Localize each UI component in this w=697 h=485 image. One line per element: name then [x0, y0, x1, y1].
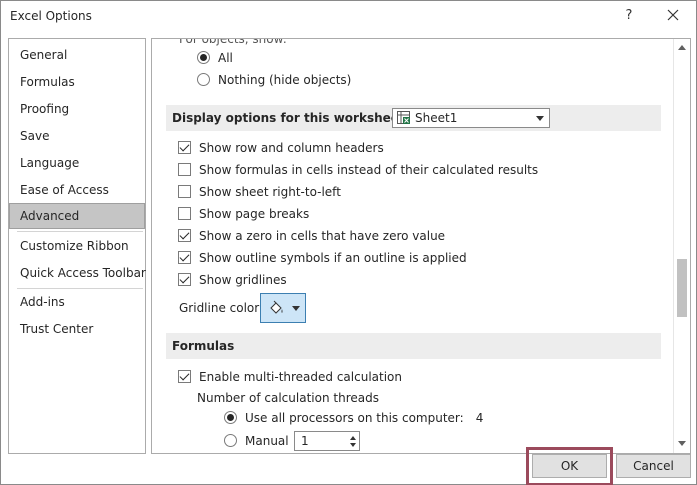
all-processors-option[interactable]: Use all processors on this computer: 4 — [224, 408, 483, 428]
options-scrollbar[interactable] — [673, 39, 690, 453]
nav-item-formulas[interactable]: Formulas — [9, 69, 145, 95]
all-processors-radio[interactable] — [224, 411, 237, 424]
manual-threads-value: 1 — [301, 434, 309, 448]
option-label: Show row and column headers — [199, 141, 384, 155]
options-nav: General Formulas Proofing Save Language … — [8, 38, 146, 454]
nav-item-trust-center[interactable]: Trust Center — [9, 316, 145, 342]
advanced-options-panel: For objects, show: All Nothing (hide obj… — [151, 38, 691, 454]
scrollbar-thumb[interactable] — [677, 259, 687, 317]
manual-threads-stepper[interactable]: 1 — [294, 431, 360, 451]
manual-radio[interactable] — [224, 434, 237, 447]
objects-all-label: All — [218, 51, 233, 65]
objects-all-option[interactable]: All — [197, 48, 233, 68]
checkbox-show-zero[interactable] — [178, 229, 191, 242]
option-row-multithread[interactable]: Enable multi-threaded calculation — [178, 367, 402, 387]
dialog-title: Excel Options — [10, 9, 92, 23]
close-icon — [667, 9, 679, 21]
chevron-down-icon — [292, 306, 300, 311]
checkbox-show-formulas[interactable] — [178, 163, 191, 176]
spin-up-icon[interactable] — [350, 436, 356, 440]
worksheet-section-title: Display options for this worksheet: — [172, 111, 410, 125]
option-row-formulas[interactable]: Show formulas in cells instead of their … — [178, 160, 538, 180]
paint-bucket-icon — [270, 300, 283, 314]
title-bar: Excel Options ? — [1, 1, 696, 33]
checkbox-multithreaded[interactable] — [178, 370, 191, 383]
ok-button[interactable]: OK — [532, 454, 607, 478]
option-row-zero[interactable]: Show a zero in cells that have zero valu… — [178, 226, 445, 246]
excel-options-dialog: Excel Options ? General Formulas Proofin… — [0, 0, 697, 485]
help-button[interactable]: ? — [619, 6, 639, 26]
nav-item-general[interactable]: General — [9, 42, 145, 68]
checkbox-right-to-left[interactable] — [178, 185, 191, 198]
nav-item-save[interactable]: Save — [9, 123, 145, 149]
option-label: Show a zero in cells that have zero valu… — [199, 229, 446, 243]
threads-label: Number of calculation threads — [197, 391, 379, 405]
checkbox-outline-symbols[interactable] — [178, 251, 191, 264]
processor-count: 4 — [475, 411, 484, 425]
objects-nothing-option[interactable]: Nothing (hide objects) — [197, 70, 351, 90]
manual-label: Manual — [245, 434, 289, 448]
worksheet-select-value: Sheet1 — [415, 111, 458, 125]
all-processors-label: Use all processors on this computer: — [245, 411, 464, 425]
option-row-rtl[interactable]: Show sheet right-to-left — [178, 182, 341, 202]
objects-nothing-radio[interactable] — [197, 73, 210, 86]
scroll-down-icon[interactable] — [678, 441, 686, 446]
close-button[interactable] — [663, 6, 683, 26]
option-row-headers[interactable]: Show row and column headers — [178, 138, 384, 158]
option-row-gridlines[interactable]: Show gridlines — [178, 270, 287, 290]
sheet-icon — [397, 111, 410, 124]
formulas-section-header: Formulas — [166, 333, 661, 359]
objects-show-label: For objects, show: — [179, 38, 287, 46]
worksheet-section-header: Display options for this worksheet: Shee… — [166, 105, 661, 131]
spin-down-icon[interactable] — [350, 443, 356, 447]
nav-item-advanced[interactable]: Advanced — [9, 203, 145, 229]
checkbox-show-gridlines[interactable] — [178, 273, 191, 286]
nav-item-proofing[interactable]: Proofing — [9, 96, 145, 122]
scroll-up-icon[interactable] — [678, 45, 686, 50]
worksheet-select[interactable]: Sheet1 — [392, 108, 550, 128]
manual-option[interactable]: Manual — [224, 431, 289, 451]
gridline-color-button[interactable] — [260, 293, 306, 323]
option-row-page-breaks[interactable]: Show page breaks — [178, 204, 309, 224]
nav-item-customize-ribbon[interactable]: Customize Ribbon — [9, 233, 145, 259]
nav-divider — [17, 231, 143, 232]
option-label: Show sheet right-to-left — [199, 185, 341, 199]
gridline-color-label: Gridline color — [179, 301, 260, 315]
nav-item-ease-of-access[interactable]: Ease of Access — [9, 177, 145, 203]
nav-item-language[interactable]: Language — [9, 150, 145, 176]
checkbox-page-breaks[interactable] — [178, 207, 191, 220]
option-label: Show formulas in cells instead of their … — [199, 163, 539, 177]
chevron-down-icon — [536, 116, 544, 121]
nav-item-quick-access-toolbar[interactable]: Quick Access Toolbar — [9, 260, 146, 286]
nav-item-add-ins[interactable]: Add-ins — [9, 289, 145, 315]
cancel-button[interactable]: Cancel — [616, 454, 691, 478]
option-label: Show gridlines — [199, 273, 287, 287]
option-label: Show outline symbols if an outline is ap… — [199, 251, 467, 265]
objects-all-radio[interactable] — [197, 51, 210, 64]
option-label: Enable multi-threaded calculation — [199, 370, 402, 384]
checkbox-row-column-headers[interactable] — [178, 141, 191, 154]
option-label: Show page breaks — [199, 207, 310, 221]
objects-nothing-label: Nothing (hide objects) — [218, 73, 352, 87]
option-row-outline[interactable]: Show outline symbols if an outline is ap… — [178, 248, 467, 268]
